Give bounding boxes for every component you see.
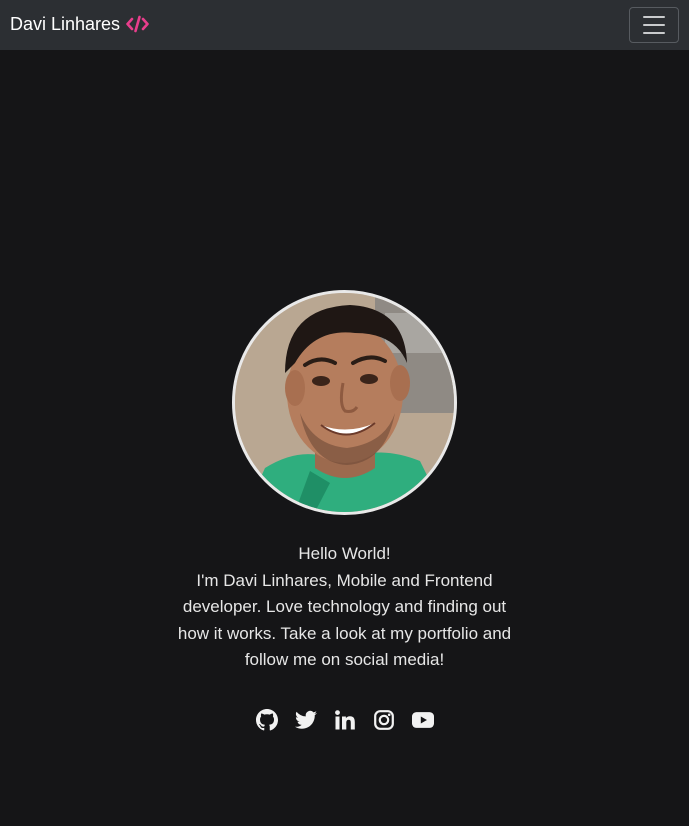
bio: I'm Davi Linhares, Mobile and Frontend d… [177,570,512,670]
hamburger-menu-icon-bar [643,32,665,34]
linkedin-link[interactable] [334,708,356,732]
github-icon [256,709,278,731]
instagram-icon [374,710,394,730]
youtube-icon [412,712,434,728]
linkedin-icon [335,710,355,730]
code-icon [126,15,149,33]
social-links [245,706,445,734]
hamburger-menu-button[interactable] [629,7,679,43]
intro-text: Hello World! I'm Davi Linhares, Mobile a… [170,541,519,674]
twitter-link[interactable] [295,708,317,732]
hamburger-menu-icon-bar [643,16,665,18]
navbar: Davi Linhares [0,0,689,50]
brand-link[interactable]: Davi Linhares [10,12,149,36]
github-link[interactable] [256,708,278,732]
brand-name: Davi Linhares [10,13,121,34]
youtube-link[interactable] [412,708,434,732]
hamburger-menu-icon-bar [643,24,665,26]
instagram-link[interactable] [373,708,395,732]
profile-photo [232,290,457,515]
greeting: Hello World! [298,544,391,563]
twitter-icon [295,710,317,729]
